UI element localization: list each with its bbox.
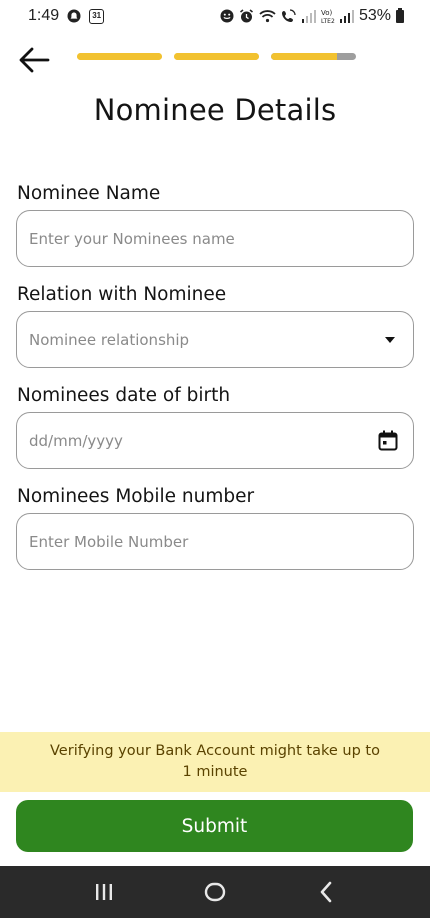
caret-down-icon [385,336,395,343]
volte-lte2-icon: Vo) LTE2 [321,8,335,24]
progress-indicator [77,53,356,60]
progress-step-2 [174,53,259,60]
mobile-input[interactable] [29,532,399,551]
system-nav-bar [0,866,430,918]
progress-step-1 [77,53,162,60]
nominee-name-input[interactable] [29,229,399,248]
nominee-details-screen: 1:49 31 Vo) LTE2 53% Nominee Details Nom… [0,0,430,918]
wifi-icon [259,9,276,23]
info-banner: Verifying your Bank Account might take u… [0,732,430,792]
calendar-status-icon: 31 [89,8,105,24]
svg-text:LTE2: LTE2 [321,18,335,24]
header [0,32,430,88]
status-left: 1:49 31 [28,7,105,25]
arrow-left-icon [19,47,50,73]
dob-label: Nominees date of birth [17,385,231,406]
back-chevron-icon [321,881,332,903]
home-icon [204,882,226,902]
relation-dropdown[interactable]: Nominee relationship [16,311,414,368]
wifi-calling-icon [281,9,297,23]
system-back-button[interactable] [296,872,356,912]
nominee-name-label: Nominee Name [17,183,161,204]
mobile-field[interactable] [16,513,414,570]
status-bar: 1:49 31 Vo) LTE2 53% [0,0,430,32]
info-banner-line-2: 1 minute [182,764,248,780]
alarm-icon [239,8,254,24]
calendar-icon[interactable] [377,430,399,452]
status-time: 1:49 [28,7,60,24]
recent-apps-icon [95,884,112,900]
home-button[interactable] [185,872,245,912]
relation-placeholder: Nominee relationship [29,330,190,349]
back-button[interactable] [14,42,54,78]
signal-1-icon [301,9,316,23]
mobile-label: Nominees Mobile number [17,486,255,507]
svg-text:Vo): Vo) [321,9,333,17]
battery-percent: 53% [358,7,391,24]
status-right: Vo) LTE2 53% [220,7,404,25]
relation-label: Relation with Nominee [17,284,227,305]
recent-apps-button[interactable] [74,872,134,912]
emoji-status-icon [220,9,234,23]
dob-field[interactable] [16,412,414,469]
submit-button[interactable]: Submit [16,800,413,852]
progress-step-3 [271,53,356,60]
notification-bell-icon [67,9,81,23]
page-title: Nominee Details [93,93,337,127]
battery-icon [396,7,404,23]
signal-2-icon [339,9,354,23]
info-banner-line-1: Verifying your Bank Account might take u… [50,743,380,759]
dob-input[interactable] [29,431,377,450]
nominee-name-field[interactable] [16,210,414,267]
